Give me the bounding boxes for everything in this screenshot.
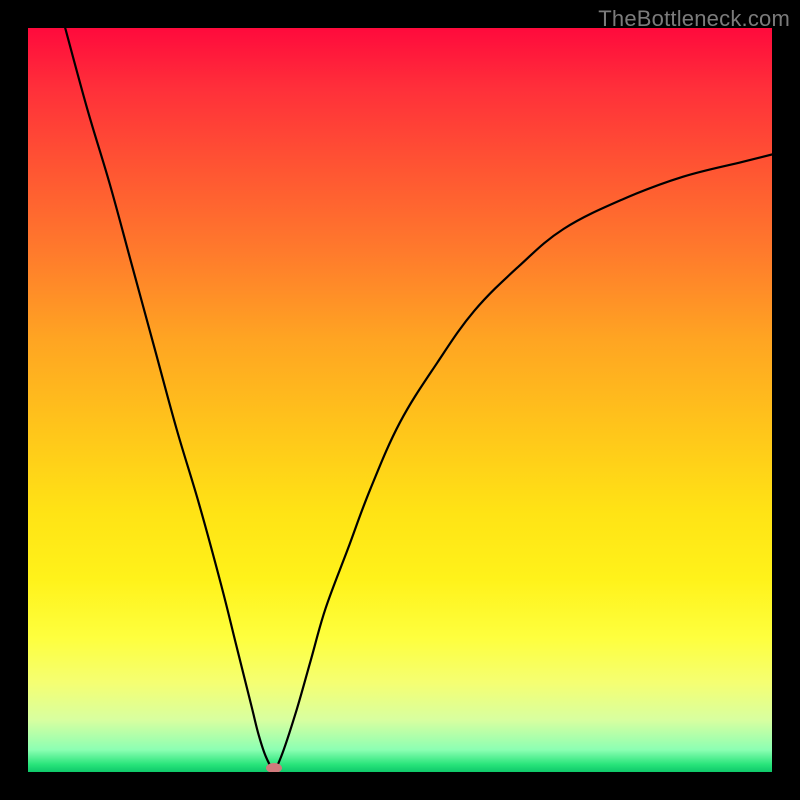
minimum-marker xyxy=(266,763,282,772)
chart-frame: TheBottleneck.com xyxy=(0,0,800,800)
plot-area xyxy=(28,28,772,772)
bottleneck-curve xyxy=(28,28,772,772)
